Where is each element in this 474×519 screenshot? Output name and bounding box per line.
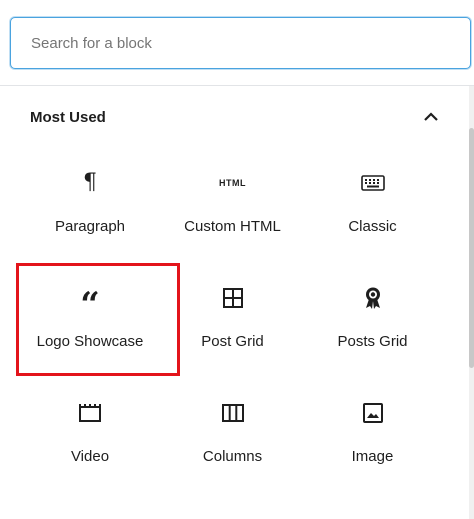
block-columns[interactable]: Columns — [165, 380, 300, 495]
search-box — [10, 17, 471, 69]
grid-icon — [222, 285, 244, 311]
block-image[interactable]: Image — [300, 380, 445, 495]
divider — [0, 85, 474, 86]
panel-title: Most Used — [30, 108, 106, 126]
block-video[interactable]: Video — [15, 380, 165, 495]
paragraph-icon: ¶ — [83, 170, 97, 195]
image-icon — [362, 400, 384, 426]
block-label: Custom HTML — [184, 218, 281, 235]
block-classic[interactable]: Classic — [300, 150, 445, 265]
block-label: Posts Grid — [337, 333, 408, 350]
scrollbar[interactable] — [469, 86, 474, 519]
chevron-up-icon[interactable] — [422, 108, 440, 126]
html-icon: HTML — [219, 178, 246, 188]
block-grid: ¶ Paragraph HTML Custom HTML Classic “ L… — [15, 150, 445, 495]
keyboard-icon — [360, 170, 385, 196]
block-label: Logo Showcase — [36, 333, 144, 350]
video-icon — [78, 400, 102, 426]
block-label: Video — [70, 448, 110, 465]
block-custom-html[interactable]: HTML Custom HTML — [165, 150, 300, 265]
block-posts-grid[interactable]: Posts Grid — [300, 265, 445, 380]
block-post-grid[interactable]: Post Grid — [165, 265, 300, 380]
block-label: Post Grid — [201, 333, 264, 350]
block-label: Image — [351, 448, 394, 465]
panel-header-most-used[interactable]: Most Used — [30, 106, 440, 128]
award-icon — [364, 285, 382, 311]
block-label: Classic — [348, 218, 397, 235]
block-label: Columns — [202, 448, 263, 465]
quote-icon: “ — [80, 285, 100, 325]
block-logo-showcase[interactable]: “ Logo Showcase — [15, 265, 165, 380]
search-input[interactable] — [10, 17, 471, 69]
block-paragraph[interactable]: ¶ Paragraph — [15, 150, 165, 265]
block-label: Paragraph — [54, 218, 126, 235]
columns-icon — [221, 400, 245, 426]
scrollbar-thumb[interactable] — [469, 128, 474, 368]
